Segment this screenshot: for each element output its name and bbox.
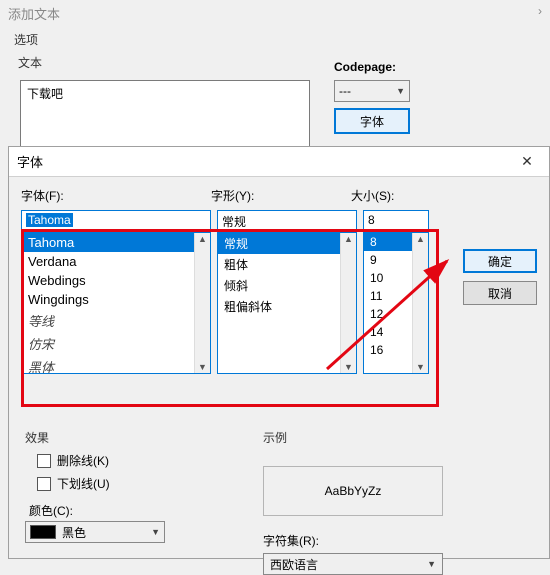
chevron-up-icon[interactable]: ▲ xyxy=(198,233,207,245)
style-list[interactable]: 常规 粗体 倾斜 粗偏斜体 ▲▼ xyxy=(218,233,356,373)
charset-value: 西欧语言 xyxy=(270,556,318,573)
panel-title: 添加文本 xyxy=(0,0,550,27)
style-input[interactable]: 常规 xyxy=(218,211,356,233)
list-item[interactable]: 常规 xyxy=(218,233,356,254)
chevron-down-icon: ▼ xyxy=(427,559,436,569)
scrollbar[interactable]: ▲▼ xyxy=(412,233,428,373)
list-item[interactable]: Tahoma xyxy=(22,233,210,252)
text-label: 文本 xyxy=(0,52,550,73)
list-item[interactable]: 仿宋 xyxy=(22,332,210,355)
chevron-down-icon[interactable]: ▼ xyxy=(198,361,207,373)
chevron-down-icon[interactable]: ▼ xyxy=(344,361,353,373)
size-label: 大小(S): xyxy=(351,187,431,204)
chevron-up-icon[interactable]: ▲ xyxy=(416,233,425,245)
color-value: 黑色 xyxy=(62,524,86,541)
ok-button[interactable]: 确定 xyxy=(463,249,537,273)
list-item[interactable]: 倾斜 xyxy=(218,275,356,296)
codepage-select[interactable]: --- ▼ xyxy=(334,80,410,102)
dialog-title: 字体 xyxy=(17,152,43,171)
list-item[interactable]: Webdings xyxy=(22,271,210,290)
font-combo: Tahoma Tahoma Verdana Webdings Wingdings… xyxy=(21,210,211,374)
font-list[interactable]: Tahoma Verdana Webdings Wingdings 等线 仿宋 … xyxy=(22,233,210,373)
strikeout-checkbox[interactable] xyxy=(37,454,51,468)
color-select[interactable]: 黑色 ▼ xyxy=(25,521,165,543)
chevron-up-icon[interactable]: ▲ xyxy=(344,233,353,245)
titlebar: 字体 ✕ xyxy=(9,147,549,177)
color-swatch-icon xyxy=(30,525,56,539)
cancel-button[interactable]: 取消 xyxy=(463,281,537,305)
list-item[interactable]: 粗体 xyxy=(218,254,356,275)
list-item[interactable]: 等线 xyxy=(22,309,210,332)
size-list[interactable]: 8 9 10 11 12 14 16 ▲▼ xyxy=(364,233,428,373)
chevron-down-icon: ▼ xyxy=(396,86,405,96)
style-label: 字形(Y): xyxy=(211,187,351,204)
style-combo: 常规 常规 粗体 倾斜 粗偏斜体 ▲▼ xyxy=(217,210,357,374)
chevron-right-icon[interactable]: › xyxy=(538,4,542,18)
underline-checkbox[interactable] xyxy=(37,477,51,491)
list-item[interactable]: 黑体 xyxy=(22,355,210,373)
font-dialog: 字体 ✕ 字体(F): 字形(Y): 大小(S): Tahoma Tahoma … xyxy=(8,146,550,559)
charset-select[interactable]: 西欧语言 ▼ xyxy=(263,553,443,575)
charset-label: 字符集(R): xyxy=(263,532,443,549)
options-label: 选项 xyxy=(0,27,550,52)
scrollbar[interactable]: ▲▼ xyxy=(194,233,210,373)
close-button[interactable]: ✕ xyxy=(513,151,541,173)
chevron-down-icon: ▼ xyxy=(151,527,160,537)
font-input[interactable]: Tahoma xyxy=(22,211,210,233)
sample-label: 示例 xyxy=(263,429,443,446)
font-button[interactable]: 字体 xyxy=(334,108,410,134)
sample-text: AaBbYyZz xyxy=(325,484,382,498)
strikeout-label: 删除线(K) xyxy=(57,452,109,469)
sample-box: AaBbYyZz xyxy=(263,466,443,516)
font-label: 字体(F): xyxy=(21,187,211,204)
chevron-down-icon[interactable]: ▼ xyxy=(416,361,425,373)
codepage-label: Codepage: xyxy=(334,60,396,74)
list-item[interactable]: Wingdings xyxy=(22,290,210,309)
text-input[interactable]: 下载吧 xyxy=(20,80,310,150)
list-item[interactable]: 粗偏斜体 xyxy=(218,296,356,317)
size-input[interactable]: 8 xyxy=(364,211,428,233)
effects-label: 效果 xyxy=(25,429,225,446)
scrollbar[interactable]: ▲▼ xyxy=(340,233,356,373)
underline-label: 下划线(U) xyxy=(57,475,110,492)
list-item[interactable]: Verdana xyxy=(22,252,210,271)
codepage-value: --- xyxy=(339,84,351,98)
size-combo: 8 8 9 10 11 12 14 16 ▲▼ xyxy=(363,210,429,374)
color-label: 颜色(C): xyxy=(29,502,225,519)
